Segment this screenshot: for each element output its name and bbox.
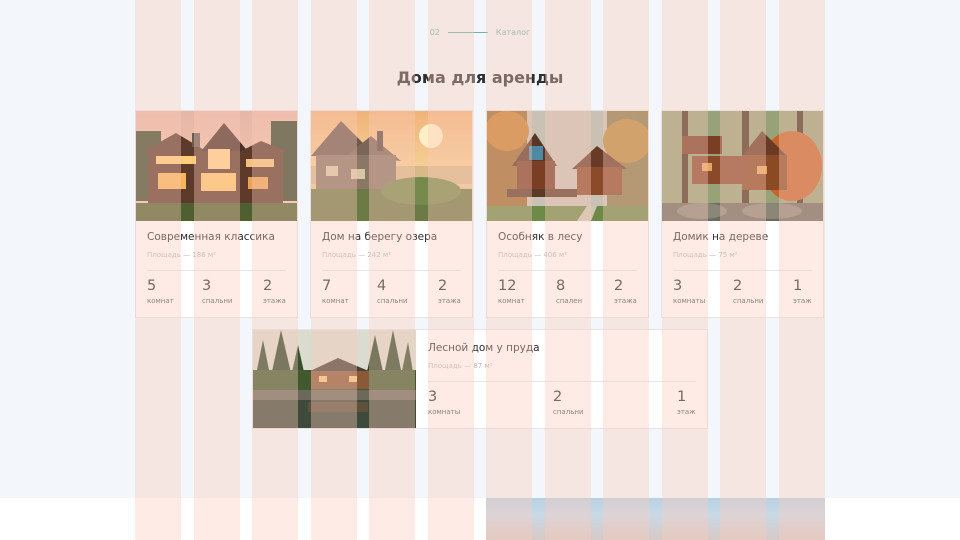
section-divider-line [447, 31, 488, 33]
stat-bedrooms: 4 спальни [377, 277, 407, 306]
stat-value: 3 [202, 278, 212, 294]
stat-bedrooms: 2 спальни [733, 277, 763, 306]
stat-rooms: 5 комнат [147, 277, 174, 306]
stat-floors: 1 этаж [793, 277, 812, 306]
stat-floors: 2 этажа [614, 277, 637, 306]
stat-label: этажа [438, 297, 461, 305]
house-area: Площадь — 186 м² [147, 251, 216, 259]
house-area: Площадь — 242 м² [322, 251, 391, 259]
house-photo [253, 330, 416, 428]
page-title: Дома для аренды [396, 68, 564, 87]
stat-label: комнат [147, 297, 174, 305]
card-divider [673, 270, 812, 271]
house-area: Площадь — 75 м² [673, 251, 738, 259]
section-label: 02 Каталог [0, 26, 960, 38]
stat-value: 7 [322, 278, 332, 294]
stat-rooms: 3 комнаты [428, 388, 460, 417]
stat-label: спальни [553, 408, 584, 416]
stat-label: спален [556, 297, 583, 305]
stat-label: комнат [498, 297, 525, 305]
section-name: Каталог [495, 27, 531, 37]
stat-label: комнаты [673, 297, 706, 305]
house-card[interactable]: Современная классика Площадь — 186 м² 5 … [135, 110, 298, 318]
stat-floors: 1 этаж [677, 388, 696, 417]
stat-rooms: 3 комнаты [673, 277, 705, 306]
house-card[interactable]: Особняк в лесу Площадь — 406 м² 12 комна… [486, 110, 649, 318]
stat-rooms: 12 комнат [498, 277, 525, 306]
house-photo [311, 111, 472, 221]
stat-label: комнат [322, 297, 349, 305]
stat-label: комнаты [428, 408, 461, 416]
section-number: 02 [429, 27, 440, 37]
stat-value: 4 [377, 278, 387, 294]
house-card[interactable]: Лесной дом у пруда Площадь — 87 м² 3 ком… [252, 329, 708, 429]
card-divider [322, 270, 461, 271]
stat-value: 3 [673, 278, 683, 294]
stat-floors: 2 этажа [263, 277, 286, 306]
house-title: Лесной дом у пруда [428, 342, 540, 354]
stat-label: спальни [733, 297, 764, 305]
stat-value: 2 [263, 278, 273, 294]
stat-label: этажа [614, 297, 637, 305]
house-photo [487, 111, 648, 221]
stat-value: 2 [438, 278, 448, 294]
stat-value: 1 [677, 389, 687, 405]
stat-value: 1 [793, 278, 803, 294]
house-area: Площадь — 87 м² [428, 362, 493, 370]
stat-value: 2 [733, 278, 743, 294]
card-divider [428, 381, 696, 382]
stat-bedrooms: 2 спальни [553, 388, 583, 417]
house-photo [662, 111, 823, 221]
next-section-photo [486, 498, 825, 540]
stat-bedrooms: 3 спальни [202, 277, 232, 306]
house-card[interactable]: Домик на дереве Площадь — 75 м² 3 комнат… [661, 110, 824, 318]
stat-value: 3 [428, 389, 438, 405]
house-title: Особняк в лесу [498, 231, 583, 243]
stat-label: этаж [793, 297, 812, 305]
stat-floors: 2 этажа [438, 277, 461, 306]
house-title: Современная классика [147, 231, 275, 243]
house-photo [136, 111, 297, 221]
stat-value: 2 [614, 278, 624, 294]
stat-rooms: 7 комнат [322, 277, 349, 306]
house-card[interactable]: Дом на берегу озера Площадь — 242 м² 7 к… [310, 110, 473, 318]
house-title: Домик на дереве [673, 231, 769, 243]
stat-value: 2 [553, 389, 563, 405]
card-divider [498, 270, 637, 271]
stat-value: 12 [498, 278, 517, 294]
stat-label: этажа [263, 297, 286, 305]
stat-label: спальни [377, 297, 408, 305]
stat-label: этаж [677, 408, 696, 416]
card-divider [147, 270, 286, 271]
stat-value: 5 [147, 278, 157, 294]
house-title: Дом на берегу озера [322, 231, 438, 243]
stat-label: спальни [202, 297, 233, 305]
stat-value: 8 [556, 278, 566, 294]
house-area: Площадь — 406 м² [498, 251, 567, 259]
stat-bedrooms: 8 спален [556, 277, 582, 306]
